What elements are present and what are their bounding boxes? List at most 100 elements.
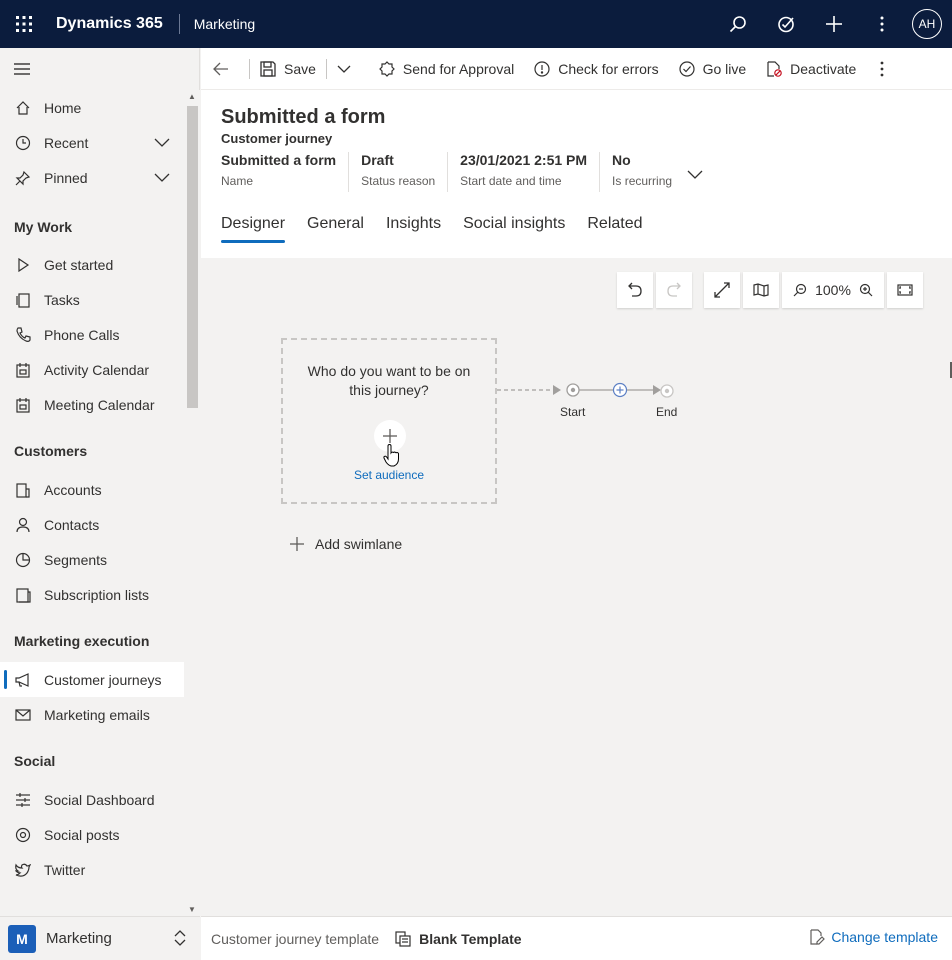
app-title[interactable]: Dynamics 365 — [56, 15, 163, 33]
scrollbar-thumb[interactable] — [187, 106, 198, 408]
header-field-status-reason[interactable]: Draft Status reason — [361, 152, 449, 192]
template-name-text: Blank Template — [419, 930, 522, 947]
sidebar-item-home[interactable]: Home — [0, 90, 184, 125]
scroll-up-icon[interactable]: ▲ — [188, 92, 196, 101]
header-field-is-recurring[interactable]: No Is recurring — [612, 152, 684, 192]
sidebar-item-label: Recent — [44, 134, 89, 151]
chevron-down-icon[interactable] — [154, 135, 170, 151]
sidebar-item-twitter[interactable]: Twitter — [0, 852, 184, 887]
area-badge: M — [8, 924, 36, 953]
sidebar-item-pinned[interactable]: Pinned — [0, 160, 184, 195]
chevron-down-icon — [337, 65, 351, 73]
go-live-button[interactable]: Go live — [669, 48, 757, 90]
more-options-icon[interactable] — [858, 0, 906, 48]
template-name: Blank Template — [395, 930, 522, 947]
megaphone-icon — [14, 671, 32, 689]
task-assistant-icon[interactable] — [762, 0, 810, 48]
sidebar-item-activity-calendar[interactable]: Activity Calendar — [0, 352, 184, 387]
tab-insights[interactable]: Insights — [386, 215, 441, 245]
tab-designer[interactable]: Designer — [221, 215, 286, 245]
sidebar-item-get-started[interactable]: Get started — [0, 247, 184, 282]
social-post-icon — [14, 826, 32, 844]
sidebar-item-segments[interactable]: Segments — [0, 542, 184, 577]
save-options-button[interactable] — [327, 48, 369, 90]
save-label: Save — [284, 60, 316, 77]
sidebar-item-contacts[interactable]: Contacts — [0, 507, 184, 542]
sidebar-item-subscription-lists[interactable]: Subscription lists — [0, 577, 184, 612]
check-for-errors-label: Check for errors — [558, 60, 659, 77]
sidebar-item-label: Home — [44, 99, 82, 116]
accounts-icon — [14, 481, 32, 499]
field-label: Start date and time — [460, 174, 562, 188]
sidebar-item-label: Tasks — [44, 291, 80, 308]
scroll-down-icon[interactable]: ▼ — [188, 905, 196, 914]
end-node[interactable] — [661, 385, 673, 397]
more-options-icon — [880, 61, 884, 76]
sidebar-item-phone-calls[interactable]: Phone Calls — [0, 317, 184, 352]
area-switcher[interactable]: M Marketing — [0, 916, 200, 960]
clock-icon — [14, 134, 32, 152]
pie-chart-icon — [14, 551, 32, 569]
list-icon — [14, 586, 32, 604]
new-record-icon[interactable] — [810, 0, 858, 48]
tab-general[interactable]: General — [307, 215, 364, 245]
save-button[interactable]: Save — [250, 48, 326, 90]
sidebar-item-label: Social Dashboard — [44, 791, 155, 808]
sidebar-item-social-dashboard[interactable]: Social Dashboard — [0, 782, 184, 817]
save-icon — [260, 60, 276, 77]
sidebar-item-tasks[interactable]: Tasks — [0, 282, 184, 317]
sidebar-item-label: Activity Calendar — [44, 361, 150, 378]
chevron-down-icon[interactable] — [154, 170, 170, 186]
expand-header-chevron-icon[interactable] — [687, 167, 703, 185]
hamburger-menu-icon[interactable] — [0, 48, 199, 90]
check-for-errors-button[interactable]: Check for errors — [524, 48, 668, 90]
deactivate-button[interactable]: Deactivate — [756, 48, 866, 90]
search-icon[interactable] — [714, 0, 762, 48]
sidebar-item-social-posts[interactable]: Social posts — [0, 817, 184, 852]
user-avatar[interactable]: AH — [912, 9, 942, 39]
record-header: Submitted a form Customer journey Submit… — [201, 90, 952, 258]
add-swimlane-label: Add swimlane — [315, 536, 403, 552]
sidebar-item-recent[interactable]: Recent — [0, 125, 184, 160]
header-field-name[interactable]: Submitted a form Name — [221, 152, 350, 192]
sidebar-item-label: Accounts — [44, 481, 102, 498]
journey-designer-canvas[interactable]: 100% Who do you want to be on this journ… — [201, 258, 952, 916]
plus-icon — [290, 537, 304, 551]
tab-social-insights[interactable]: Social insights — [463, 215, 565, 245]
group-title-social: Social — [14, 753, 56, 769]
field-value: 23/01/2021 2:51 PM — [460, 152, 588, 168]
back-icon — [213, 62, 228, 75]
start-node[interactable] — [567, 384, 579, 396]
sidebar-item-marketing-emails[interactable]: Marketing emails — [0, 697, 184, 732]
tasks-icon — [14, 291, 32, 309]
field-value: Submitted a form — [221, 152, 337, 168]
sidebar-item-label: Pinned — [44, 169, 88, 186]
calendar-icon — [14, 361, 32, 379]
sidebar-item-customer-journeys[interactable]: Customer journeys — [0, 662, 184, 697]
add-swimlane-button[interactable]: Add swimlane — [289, 536, 402, 552]
header-field-start-date[interactable]: 23/01/2021 2:51 PM Start date and time — [460, 152, 601, 192]
insert-tile-button[interactable] — [613, 383, 627, 397]
group-title-my-work: My Work — [14, 219, 73, 235]
sidebar-scrollbar[interactable]: ▲ ▼ — [184, 90, 200, 916]
field-value: No — [612, 152, 631, 168]
field-value: Draft — [361, 152, 394, 168]
sidebar-item-meeting-calendar[interactable]: Meeting Calendar — [0, 387, 184, 422]
field-label: Is recurring — [612, 174, 673, 188]
template-label: Customer journey template — [211, 930, 380, 947]
chevron-up-down-icon — [174, 929, 186, 952]
phone-icon — [14, 326, 32, 344]
tab-related[interactable]: Related — [587, 215, 642, 245]
play-icon — [14, 256, 32, 274]
more-commands-button[interactable] — [866, 48, 906, 90]
app-area-title[interactable]: Marketing — [194, 16, 255, 32]
change-template-button[interactable]: Change template — [809, 929, 938, 945]
app-launcher-icon[interactable] — [0, 0, 48, 48]
dashboard-icon — [14, 791, 32, 809]
deactivate-icon — [767, 60, 782, 77]
sidebar-item-accounts[interactable]: Accounts — [0, 472, 184, 507]
top-bar: Dynamics 365 Marketing AH — [0, 0, 952, 48]
back-button[interactable] — [201, 48, 249, 90]
check-circle-icon — [678, 60, 695, 77]
send-for-approval-button[interactable]: Send for Approval — [369, 48, 524, 90]
